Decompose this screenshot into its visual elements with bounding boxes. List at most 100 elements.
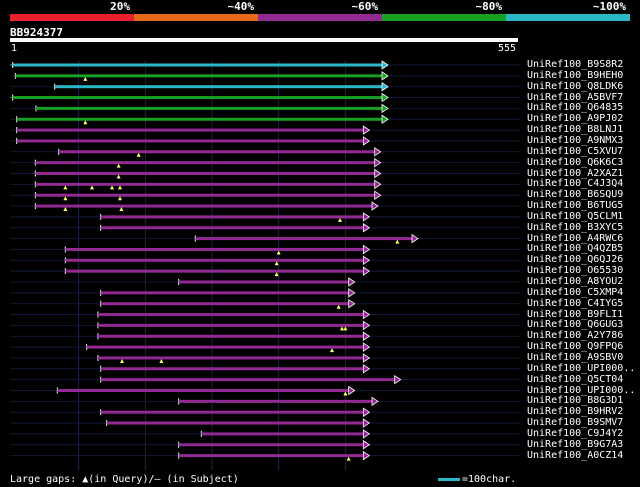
query-gap-marker bbox=[118, 196, 122, 201]
hit-label[interactable]: UniRef100_A2XAZ1 bbox=[527, 168, 623, 179]
hit-label[interactable]: UniRef100_B9S8R2 bbox=[527, 59, 623, 70]
query-gap-marker bbox=[274, 261, 279, 266]
hit-label[interactable]: UniRef100_B6SQU9 bbox=[527, 189, 623, 200]
hit-label[interactable]: UniRef100_B8LNJ1 bbox=[527, 124, 623, 135]
hit-end-arrow bbox=[362, 440, 371, 450]
query-gap-marker bbox=[118, 185, 122, 190]
query-gap-marker bbox=[83, 76, 88, 81]
hit-label[interactable]: UniRef100_Q64835 bbox=[527, 102, 623, 113]
query-gap-marker bbox=[336, 304, 341, 309]
hit-label[interactable]: UniRef100_Q5CLM1 bbox=[527, 211, 623, 222]
hit-end-arrow bbox=[362, 353, 371, 363]
hit-label[interactable]: UniRef100_C4J3Q4 bbox=[527, 178, 623, 189]
hit-label[interactable]: UniRef100_A8YOU2 bbox=[527, 276, 623, 287]
hit-bar bbox=[36, 106, 382, 110]
hit-bar bbox=[54, 85, 383, 89]
hit-end-arrow bbox=[362, 244, 371, 255]
hit-bar bbox=[98, 313, 364, 317]
hit-end-arrow bbox=[362, 136, 371, 146]
hit-end-arrow bbox=[371, 396, 379, 407]
hit-bar bbox=[100, 215, 364, 219]
hit-label[interactable]: UniRef100_C4IYG5 bbox=[527, 298, 623, 309]
hit-label[interactable]: UniRef100_Q6QJ26 bbox=[527, 254, 623, 265]
hit-end-arrow bbox=[411, 233, 419, 244]
hit-label[interactable]: UniRef100_B6TUG5 bbox=[527, 200, 623, 211]
hit-label[interactable]: UniRef100_C5XVU7 bbox=[527, 146, 623, 157]
hit-label[interactable]: UniRef100_Q8LDK6 bbox=[527, 81, 623, 92]
hit-end-arrow bbox=[362, 266, 371, 276]
hit-label[interactable]: UniRef100_Q4QZB5 bbox=[527, 243, 623, 254]
hit-label[interactable]: UniRef100_A9PJ02 bbox=[527, 113, 623, 124]
hit-bar bbox=[201, 432, 364, 436]
hit-end-arrow bbox=[362, 450, 371, 461]
query-gap-marker bbox=[276, 250, 281, 255]
hit-label[interactable]: UniRef100_B9G7A3 bbox=[527, 439, 623, 450]
query-gap-marker bbox=[63, 185, 68, 190]
hit-label[interactable]: UniRef100_A0CZ14 bbox=[527, 450, 623, 461]
hit-label[interactable]: UniRef100_Q6GUG3 bbox=[527, 319, 623, 330]
hit-label[interactable]: UniRef100_Q6K6C3 bbox=[527, 157, 623, 168]
hit-label[interactable]: UniRef100_O65530 bbox=[527, 265, 623, 276]
hit-bar bbox=[100, 378, 395, 382]
hit-label[interactable]: UniRef100_C9J4Y2 bbox=[527, 428, 623, 439]
hit-end-arrow bbox=[362, 125, 371, 135]
hit-label[interactable]: UniRef100_B9HRV2 bbox=[527, 406, 623, 417]
hit-end-arrow bbox=[348, 385, 356, 396]
query-gap-marker bbox=[63, 207, 68, 212]
query-gap-marker bbox=[136, 152, 141, 157]
query-gap-marker bbox=[346, 456, 351, 461]
hit-end-arrow bbox=[381, 92, 389, 103]
hit-label[interactable]: UniRef100_A9NMX3 bbox=[527, 135, 623, 146]
hit-label[interactable]: UniRef100_B9FLI1 bbox=[527, 309, 623, 320]
query-gap-marker bbox=[330, 348, 334, 353]
hit-bar bbox=[35, 161, 375, 165]
hit-label[interactable]: UniRef100_Q5CT04 bbox=[527, 374, 623, 385]
hit-end-arrow bbox=[362, 223, 371, 233]
hit-label[interactable]: UniRef100_UPI000.. bbox=[527, 385, 635, 396]
hit-end-arrow bbox=[374, 168, 382, 179]
hit-end-arrow bbox=[362, 342, 371, 352]
hit-bar bbox=[16, 128, 364, 132]
hit-bar bbox=[178, 443, 364, 447]
hit-label[interactable]: UniRef100_Q9FPQ6 bbox=[527, 341, 623, 352]
hit-label[interactable]: UniRef100_B3XYC5 bbox=[527, 222, 623, 233]
hit-bar bbox=[100, 291, 349, 295]
query-gap-marker bbox=[116, 174, 121, 179]
hit-label[interactable]: UniRef100_A4RWC6 bbox=[527, 233, 623, 244]
hit-bar bbox=[35, 204, 372, 208]
hit-end-arrow bbox=[394, 374, 402, 385]
query-gap-marker bbox=[343, 391, 348, 396]
hit-bar bbox=[98, 334, 364, 338]
hit-label[interactable]: UniRef100_C5XMP4 bbox=[527, 287, 623, 298]
hit-bar bbox=[100, 226, 364, 230]
hit-label[interactable]: UniRef100_A2Y786 bbox=[527, 330, 623, 341]
hit-end-arrow bbox=[374, 190, 382, 200]
hit-label[interactable]: UniRef100_B9HEH0 bbox=[527, 70, 623, 81]
hit-end-arrow bbox=[371, 201, 379, 211]
hit-bar bbox=[35, 182, 375, 186]
hit-bar bbox=[35, 172, 375, 175]
hit-bar bbox=[58, 150, 375, 154]
query-gap-marker bbox=[120, 358, 124, 363]
query-gap-marker bbox=[116, 163, 121, 168]
hit-end-arrow bbox=[362, 331, 371, 341]
hit-bar bbox=[65, 247, 364, 251]
query-gap-marker bbox=[159, 358, 164, 363]
hit-bar bbox=[65, 258, 364, 262]
query-gap-marker bbox=[395, 239, 400, 244]
hit-label[interactable]: UniRef100_B9SMV7 bbox=[527, 417, 623, 428]
hit-end-arrow bbox=[348, 298, 356, 309]
hit-end-arrow bbox=[381, 114, 389, 124]
hit-bar bbox=[12, 96, 383, 100]
hit-label[interactable]: UniRef100_UPI000.. bbox=[527, 363, 635, 374]
hit-end-arrow bbox=[362, 364, 371, 374]
hit-end-arrow bbox=[381, 81, 389, 92]
query-gap-marker bbox=[119, 207, 124, 212]
hit-bar bbox=[195, 237, 412, 241]
hit-end-arrow bbox=[362, 255, 371, 266]
hit-label[interactable]: UniRef100_A5BVF7 bbox=[527, 92, 623, 103]
hit-label[interactable]: UniRef100_A9SBV0 bbox=[527, 352, 623, 363]
hit-end-arrow bbox=[381, 71, 389, 81]
hit-label[interactable]: UniRef100_B8G3D1 bbox=[527, 395, 623, 406]
hit-bar bbox=[100, 410, 364, 414]
